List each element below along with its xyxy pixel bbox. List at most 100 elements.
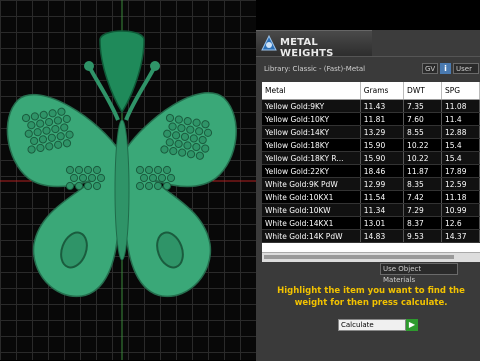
stone [162,181,172,191]
table-row[interactable]: Yellow Gold:10KY 11.81 7.60 11.4 [262,112,480,126]
table-row[interactable]: Yellow Gold:18KY 15.90 10.22 15.4 [262,138,480,152]
cell-spg: 12.88 [441,125,480,139]
stone [69,173,79,183]
unit-controls: GV i User [422,63,479,74]
cell-grams: 13.01 [360,216,405,230]
cell-grams: 11.43 [360,99,405,113]
cell-spg: 17.89 [441,164,480,178]
column-metal[interactable]: Metal [262,82,361,100]
column-spg[interactable]: SPG [441,82,480,100]
cell-grams: 14.83 [360,229,405,243]
cell-grams: 18.46 [360,164,405,178]
table-row[interactable]: White Gold:10KW 11.34 7.29 10.99 [262,203,480,217]
table-header-row: Metal Grams DWT SPG [262,82,480,100]
table-row[interactable]: Yellow Gold:14KY 13.29 8.55 12.88 [262,125,480,139]
column-grams[interactable]: Grams [360,82,405,100]
stone [83,181,93,191]
use-object-select[interactable]: Use Object Materials [380,263,458,284]
stone [148,173,158,183]
stone [162,165,172,175]
stone [157,173,167,183]
stone [153,165,163,175]
cell-dwt: 9.53 [403,229,442,243]
cell-grams: 11.34 [360,203,405,217]
table-row[interactable]: White Gold:14K PdW 14.83 9.53 14.37 [262,229,480,243]
use-object-materials: Use Object Materials [380,263,480,284]
cell-grams: 11.54 [360,190,405,204]
instruction-text: Highlight the item you want to find the … [277,286,465,308]
stone [96,173,106,183]
app-logo-icon [261,34,277,51]
stone [92,181,102,191]
cell-dwt: 8.37 [403,216,442,230]
cell-metal: White Gold:10KX1 [262,190,361,204]
metal-table: Metal Grams DWT SPG Yellow Gold:9KY 11.43… [262,82,480,262]
column-dwt[interactable]: DWT [403,82,442,100]
library-label: Library: Classic - (Fast)-Metal [264,65,366,73]
stone [78,173,88,183]
cell-grams: 15.90 [360,151,405,165]
stone [92,165,102,175]
cell-metal: Yellow Gold:9KY [262,99,361,113]
cell-metal: White Gold:9K PdW [262,177,361,191]
stone [144,181,154,191]
cell-metal: Yellow Gold:22KY [262,164,361,178]
stone [153,181,163,191]
panel-body: Library: Classic - (Fast)-Metal GV i Use… [256,56,480,361]
user-select[interactable]: User [453,63,479,74]
right-antenna-tip [150,61,160,71]
left-antenna-tip [84,61,94,71]
table-row[interactable]: Yellow Gold:18KY R... 15.90 10.22 15.4 [262,151,480,165]
scrollbar-thumb[interactable] [264,255,454,259]
cell-spg: 15.4 [441,138,480,152]
cell-spg: 14.37 [441,229,480,243]
cell-spg: 12.59 [441,177,480,191]
cell-dwt: 7.60 [403,112,442,126]
table-row[interactable]: White Gold:10KX1 11.54 7.42 11.18 [262,190,480,204]
stone [65,181,75,191]
cell-metal: White Gold:14K PdW [262,229,361,243]
cell-metal: Yellow Gold:14KY [262,125,361,139]
cell-spg: 11.08 [441,99,480,113]
cell-metal: White Gold:10KW [262,203,361,217]
cell-grams: 11.81 [360,112,405,126]
cell-dwt: 7.29 [403,203,442,217]
cell-spg: 11.18 [441,190,480,204]
cell-spg: 12.6 [441,216,480,230]
cell-dwt: 8.35 [403,177,442,191]
cell-dwt: 8.55 [403,125,442,139]
horizontal-scrollbar[interactable] [262,252,480,262]
unit-select[interactable]: GV [422,63,438,74]
cell-spg: 10.99 [441,203,480,217]
table-row[interactable]: Yellow Gold:9KY 11.43 7.35 11.08 [262,99,480,113]
3d-viewport[interactable] [0,0,256,360]
cell-dwt: 10.22 [403,151,442,165]
cell-spg: 11.4 [441,112,480,126]
table-row[interactable]: White Gold:14KX1 13.01 8.37 12.6 [262,216,480,230]
stone [135,181,145,191]
stone [74,165,84,175]
info-button[interactable]: i [440,63,451,74]
butterfly-body [114,119,130,261]
calculate-button[interactable]: Calculate [338,319,406,331]
cell-grams: 12.99 [360,177,405,191]
stone [166,173,176,183]
cell-grams: 13.29 [360,125,405,139]
stone [135,165,145,175]
stone [74,181,84,191]
cell-metal: Yellow Gold:10KY [262,112,361,126]
table-row[interactable]: Yellow Gold:22KY 18.46 11.87 17.89 [262,164,480,178]
calculate-go-icon[interactable]: ▶ [406,319,418,331]
stone [83,165,93,175]
cell-dwt: 11.87 [403,164,442,178]
cell-dwt: 10.22 [403,138,442,152]
stone [65,165,75,175]
cell-dwt: 7.35 [403,99,442,113]
stone [139,173,149,183]
panel-title-tab: METAL WEIGHTS [256,30,372,59]
cell-spg: 15.4 [441,151,480,165]
cell-metal: Yellow Gold:18KY R... [262,151,361,165]
butterfly-model [0,0,256,360]
stone [144,165,154,175]
table-row[interactable]: White Gold:9K PdW 12.99 8.35 12.59 [262,177,480,191]
